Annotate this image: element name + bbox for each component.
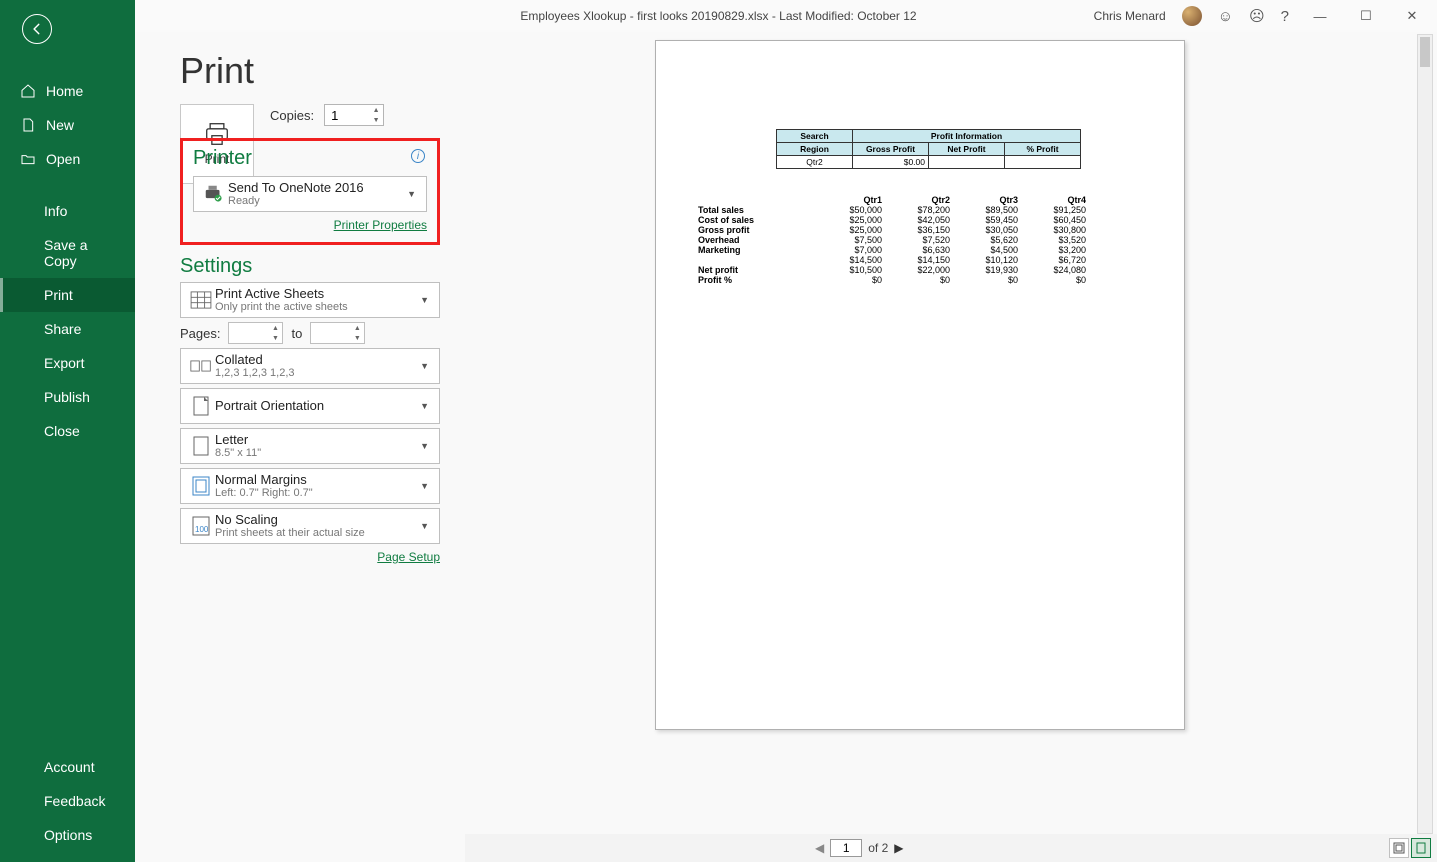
sidebar-label: Publish (44, 389, 90, 405)
sidebar-label: Feedback (44, 793, 105, 809)
open-icon (20, 151, 36, 167)
sidebar-item-share[interactable]: Share (0, 312, 135, 346)
preview-data-table: Qtr1Qtr2Qtr3Qtr4Total sales$50,000$78,20… (696, 195, 1154, 285)
sidebar-label: Close (44, 423, 80, 439)
copies-up[interactable]: ▲ (369, 105, 383, 115)
back-button[interactable] (22, 14, 52, 44)
sidebar-label: Save a Copy (44, 237, 115, 269)
backstage-sidebar: Home New Open Info Save a Copy Print Sha… (0, 0, 135, 862)
sidebar-item-open[interactable]: Open (0, 142, 135, 176)
printer-dropdown[interactable]: Send To OneNote 2016 Ready ▼ (193, 176, 427, 212)
pages-label: Pages: (180, 326, 220, 341)
sidebar-label: Options (44, 827, 92, 843)
portrait-icon (187, 396, 215, 416)
preview-header-table: SearchProfit Information RegionGross Pro… (776, 129, 1081, 169)
page-title: Print (180, 50, 440, 92)
printer-status: Ready (228, 195, 403, 208)
pages-from-input[interactable]: ▲▼ (228, 322, 283, 344)
sidebar-item-export[interactable]: Export (0, 346, 135, 380)
scaling-icon: 100 (187, 516, 215, 536)
chevron-down-icon: ▼ (416, 481, 433, 491)
sheets-icon (187, 291, 215, 309)
zoom-to-page-button[interactable] (1411, 838, 1431, 858)
sidebar-item-print[interactable]: Print (0, 278, 135, 312)
sidebar-item-home[interactable]: Home (0, 74, 135, 108)
scrollbar-thumb[interactable] (1420, 37, 1430, 67)
sidebar-item-close[interactable]: Close (0, 414, 135, 448)
sidebar-item-feedback[interactable]: Feedback (0, 784, 135, 818)
main-area: Print Print Copies: ▲▼ i Printer Send (135, 32, 1437, 862)
collation-dropdown[interactable]: Collated1,2,3 1,2,3 1,2,3 ▼ (180, 348, 440, 384)
page-number-input[interactable] (830, 839, 862, 857)
sidebar-label: Info (44, 203, 67, 219)
paper-icon (187, 436, 215, 456)
preview-footer: ◀ of 2 ▶ (465, 834, 1437, 862)
printer-section-title: Printer (193, 147, 427, 170)
settings-section-title: Settings (180, 255, 440, 278)
sidebar-item-info[interactable]: Info (0, 194, 135, 228)
sidebar-label: Share (44, 321, 81, 337)
sidebar-label: Export (44, 355, 84, 371)
chevron-down-icon: ▼ (416, 401, 433, 411)
margins-icon (187, 476, 215, 496)
sidebar-item-publish[interactable]: Publish (0, 380, 135, 414)
next-page-button[interactable]: ▶ (894, 841, 903, 855)
preview-page: SearchProfit Information RegionGross Pro… (655, 40, 1185, 730)
settings-block: Settings Print Active SheetsOnly print t… (180, 255, 440, 566)
prev-page-button[interactable]: ◀ (815, 841, 824, 855)
sidebar-item-new[interactable]: New (0, 108, 135, 142)
sidebar-item-options[interactable]: Options (0, 818, 135, 852)
page-of-text: of 2 (868, 841, 888, 855)
chevron-down-icon: ▼ (416, 521, 433, 531)
copies-down[interactable]: ▼ (369, 115, 383, 125)
print-preview: SearchProfit Information RegionGross Pro… (465, 32, 1437, 862)
sidebar-label: New (46, 117, 74, 133)
show-margins-button[interactable] (1389, 838, 1409, 858)
copies-input[interactable] (325, 108, 365, 123)
pages-to-label: to (291, 326, 302, 341)
sidebar-item-account[interactable]: Account (0, 750, 135, 784)
preview-scrollbar[interactable] (1417, 34, 1433, 834)
printer-icon (200, 183, 228, 205)
print-settings-column: Print Print Copies: ▲▼ i Printer Send (135, 32, 465, 862)
home-icon (20, 83, 36, 99)
chevron-down-icon: ▼ (416, 441, 433, 451)
copies-label: Copies: (270, 108, 314, 123)
printer-highlight-box: i Printer Send To OneNote 2016 Ready ▼ P… (180, 138, 440, 245)
new-icon (20, 117, 36, 133)
printer-name: Send To OneNote 2016 (228, 180, 403, 196)
print-what-dropdown[interactable]: Print Active SheetsOnly print the active… (180, 282, 440, 318)
title-bar: Employees Xlookup - first looks 20190829… (0, 0, 1437, 32)
chevron-down-icon: ▼ (416, 295, 433, 305)
scaling-dropdown[interactable]: 100 No ScalingPrint sheets at their actu… (180, 508, 440, 544)
collated-icon (187, 358, 215, 374)
copies-spinbox[interactable]: ▲▼ (324, 104, 384, 126)
printer-properties-link[interactable]: Printer Properties (334, 218, 427, 232)
chevron-down-icon: ▼ (416, 361, 433, 371)
sidebar-label: Account (44, 759, 95, 775)
pages-to-input[interactable]: ▲▼ (310, 322, 365, 344)
page-setup-link[interactable]: Page Setup (377, 550, 440, 564)
printer-info-icon[interactable]: i (411, 149, 425, 163)
sidebar-item-saveacopy[interactable]: Save a Copy (0, 228, 135, 278)
margins-dropdown[interactable]: Normal MarginsLeft: 0.7" Right: 0.7" ▼ (180, 468, 440, 504)
orientation-dropdown[interactable]: Portrait Orientation ▼ (180, 388, 440, 424)
sidebar-label: Print (44, 287, 73, 303)
document-title: Employees Xlookup - first looks 20190829… (0, 9, 1437, 23)
paper-size-dropdown[interactable]: Letter8.5" x 11" ▼ (180, 428, 440, 464)
sidebar-label: Open (46, 151, 80, 167)
chevron-down-icon: ▼ (403, 189, 420, 199)
sidebar-label: Home (46, 83, 83, 99)
svg-text:100: 100 (195, 525, 209, 534)
